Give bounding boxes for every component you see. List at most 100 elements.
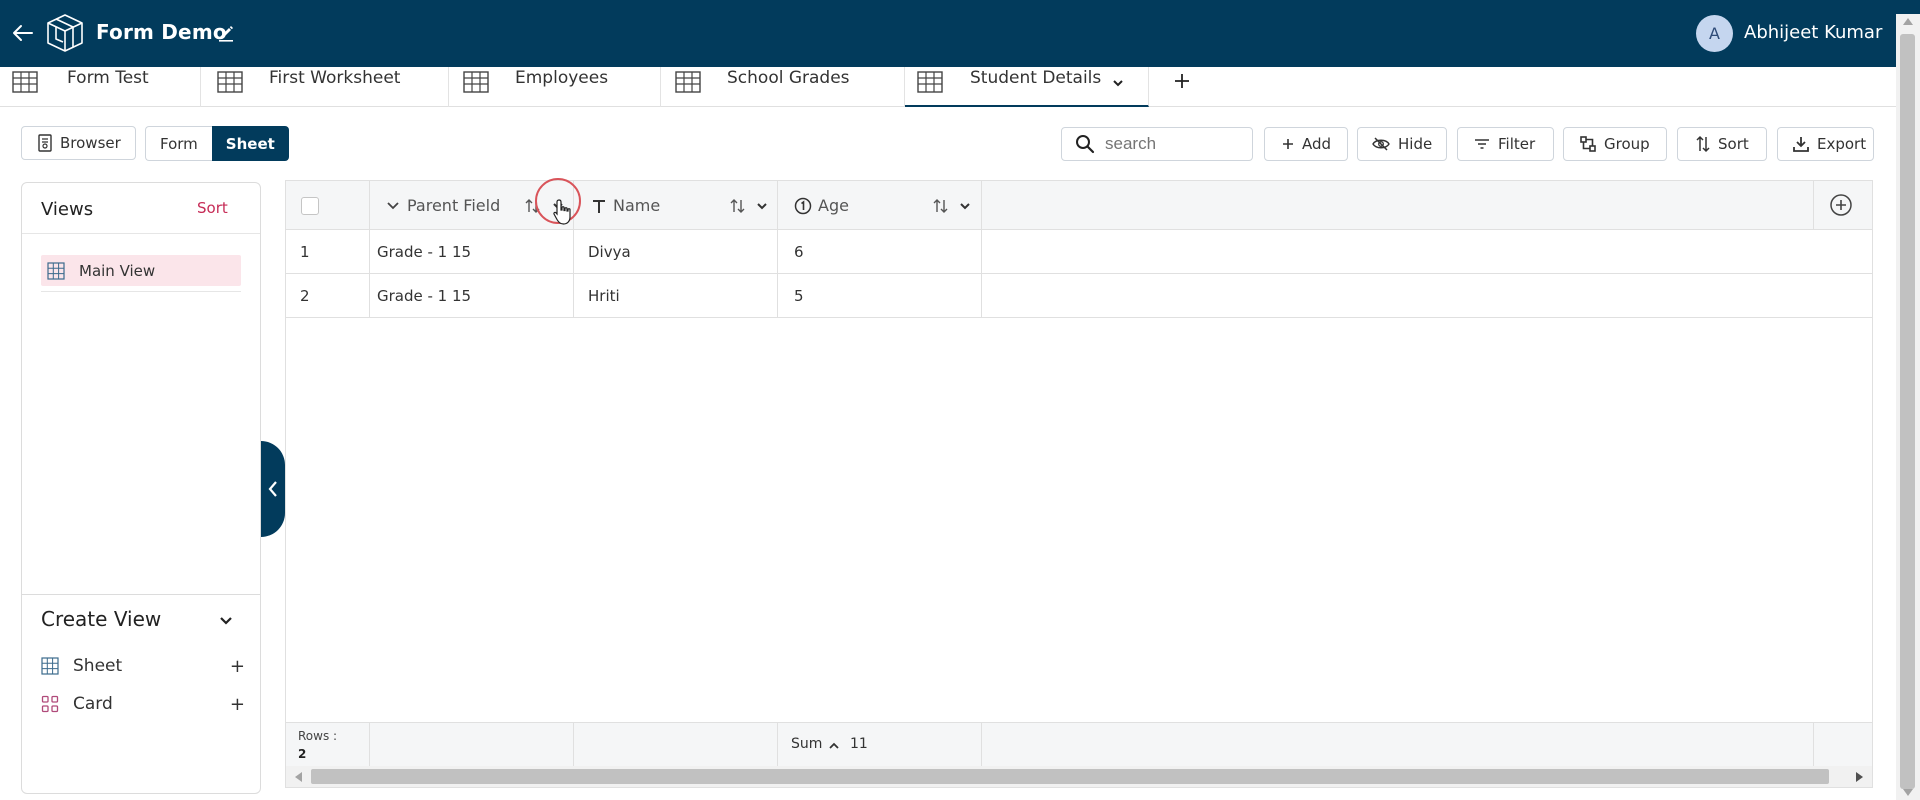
- browser-button[interactable]: Browser: [21, 126, 136, 160]
- filter-button[interactable]: Filter: [1457, 127, 1554, 161]
- cell-parent-field[interactable]: Grade - 1 15: [377, 287, 471, 305]
- filter-icon: [1475, 139, 1489, 149]
- form-toggle-button[interactable]: Form: [145, 126, 212, 161]
- rows-count-value: 2: [298, 747, 307, 761]
- tab-label: First Worksheet: [269, 68, 401, 88]
- form-sheet-toggle: Form Sheet: [145, 126, 289, 161]
- column-label: Name: [613, 196, 661, 215]
- chevron-down-icon[interactable]: [218, 613, 234, 629]
- grid-header: Parent Field Name Age: [286, 181, 1872, 230]
- sort-button-label: Sort: [1718, 135, 1749, 153]
- table-icon: [217, 71, 243, 93]
- filter-button-label: Filter: [1498, 135, 1536, 153]
- table-row[interactable]: 1 Grade - 1 15 Divya 6: [286, 230, 1872, 274]
- cell-age[interactable]: 5: [794, 287, 804, 305]
- tab-student-details[interactable]: Student Details: [905, 67, 1149, 107]
- plus-icon[interactable]: +: [230, 656, 245, 677]
- plus-icon[interactable]: +: [230, 694, 245, 715]
- tab-employees[interactable]: Employees: [449, 67, 661, 107]
- user-avatar[interactable]: A: [1696, 15, 1733, 52]
- export-button[interactable]: Export: [1777, 127, 1874, 161]
- add-tab-plus-icon[interactable]: [1170, 69, 1194, 93]
- chevron-up-icon[interactable]: [827, 738, 841, 752]
- cell-age[interactable]: 6: [794, 243, 804, 261]
- browser-button-label: Browser: [60, 134, 121, 152]
- download-icon: [1793, 137, 1809, 152]
- window-vertical-scrollbar[interactable]: [1896, 14, 1920, 800]
- sort-icon[interactable]: [931, 196, 951, 216]
- column-header-name[interactable]: Name: [591, 181, 741, 230]
- add-column-plus-icon[interactable]: [1829, 193, 1853, 217]
- eye-off-icon: [1372, 137, 1390, 151]
- sort-icon: [1696, 135, 1710, 153]
- sheet-toggle-button[interactable]: Sheet: [211, 126, 289, 161]
- grid-icon: [47, 261, 65, 280]
- tab-label: School Grades: [727, 68, 850, 88]
- divider: [41, 291, 241, 292]
- tab-first-worksheet[interactable]: First Worksheet: [201, 67, 449, 107]
- cell-name[interactable]: Divya: [588, 243, 631, 261]
- table-icon: [12, 71, 38, 93]
- views-sort-link[interactable]: Sort: [197, 199, 228, 217]
- collapse-panel-handle[interactable]: [261, 441, 285, 537]
- aggregate-sum-value: 11: [850, 736, 868, 752]
- search-input[interactable]: [1105, 134, 1245, 154]
- scrollbar-thumb[interactable]: [1900, 34, 1915, 789]
- tab-school-grades[interactable]: School Grades: [661, 67, 905, 107]
- column-header-parent-field[interactable]: Parent Field: [385, 181, 575, 230]
- add-button[interactable]: Add: [1264, 127, 1348, 161]
- divider: [22, 233, 260, 234]
- table-icon: [675, 71, 701, 93]
- scroll-left-arrow-icon[interactable]: [295, 772, 302, 782]
- create-view-sheet[interactable]: Sheet +: [41, 653, 251, 679]
- views-panel: Views Sort Main View Create View Sheet +…: [21, 182, 261, 794]
- scroll-up-arrow-icon[interactable]: [1903, 18, 1913, 25]
- view-item-main-view[interactable]: Main View: [41, 255, 241, 286]
- chevron-down-icon[interactable]: [1111, 75, 1125, 89]
- table-icon: [917, 71, 943, 93]
- edit-pencil-icon[interactable]: [217, 24, 235, 42]
- create-view-card[interactable]: Card +: [41, 691, 251, 717]
- data-grid: Parent Field Name Age 1 Grade - 1 15 Div…: [285, 180, 1873, 788]
- cell-parent-field[interactable]: Grade - 1 15: [377, 243, 471, 261]
- plus-icon: [1283, 139, 1293, 149]
- scroll-down-arrow-icon[interactable]: [1903, 789, 1913, 796]
- aggregate-sum-label[interactable]: Sum: [791, 736, 822, 752]
- horizontal-scrollbar[interactable]: [286, 766, 1872, 787]
- tab-form-test[interactable]: Form Test: [0, 67, 201, 107]
- sort-icon[interactable]: [728, 196, 748, 216]
- column-menu-chevron-icon[interactable]: [754, 198, 770, 214]
- column-divider: [777, 723, 778, 767]
- text-type-icon: [593, 199, 605, 213]
- column-divider: [981, 723, 982, 767]
- add-button-label: Add: [1302, 135, 1332, 153]
- app-title: Form Demo: [96, 20, 227, 44]
- column-divider: [573, 181, 574, 318]
- cell-name[interactable]: Hriti: [588, 287, 620, 305]
- group-button[interactable]: Group: [1563, 127, 1667, 161]
- hide-button[interactable]: Hide: [1357, 127, 1447, 161]
- tab-label: Employees: [515, 68, 609, 88]
- user-name[interactable]: Abhijeet Kumar: [1744, 22, 1882, 43]
- number-type-icon: [794, 197, 812, 214]
- sort-button[interactable]: Sort: [1677, 127, 1767, 161]
- scroll-right-arrow-icon[interactable]: [1856, 772, 1863, 782]
- back-arrow-icon[interactable]: [8, 18, 38, 48]
- search-box[interactable]: [1061, 127, 1253, 161]
- column-header-age[interactable]: Age: [794, 181, 944, 230]
- row-index: 2: [300, 287, 310, 305]
- chevron-down-icon[interactable]: [385, 198, 401, 214]
- table-row[interactable]: 2 Grade - 1 15 Hriti 5: [286, 274, 1872, 318]
- column-menu-chevron-icon[interactable]: [957, 198, 973, 214]
- views-title: Views: [41, 199, 94, 220]
- grid-icon: [41, 657, 59, 675]
- column-menu-chevron-icon[interactable]: [550, 198, 566, 214]
- chevron-left-icon: [268, 481, 277, 497]
- select-all-checkbox[interactable]: [301, 197, 319, 215]
- row-index: 1: [300, 243, 310, 261]
- card-icon: [41, 695, 59, 713]
- scrollbar-thumb[interactable]: [311, 769, 1829, 784]
- column-divider: [369, 181, 370, 318]
- sort-icon[interactable]: [523, 196, 543, 216]
- view-item-label: Main View: [79, 261, 156, 280]
